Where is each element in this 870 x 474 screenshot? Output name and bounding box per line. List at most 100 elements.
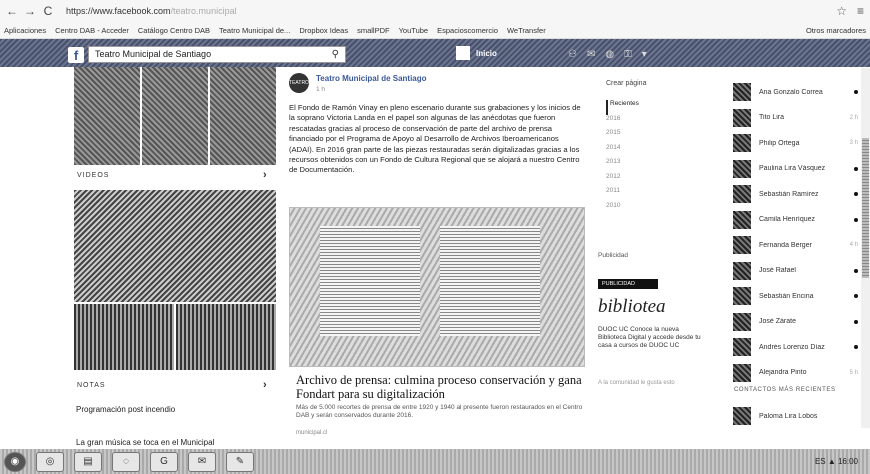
taskbar-app[interactable]: ✎: [226, 451, 254, 472]
browser-toolbar: ← → C https://www.facebook.com/teatro.mu…: [0, 0, 870, 22]
other-bookmarks[interactable]: Otros marcadores: [806, 26, 866, 35]
messages-icon[interactable]: ✉: [587, 49, 595, 60]
photo-thumb[interactable]: [210, 67, 276, 165]
page-avatar[interactable]: TEATRO: [289, 73, 309, 93]
search-value: Teatro Municipal de Santiago: [95, 49, 212, 59]
photo-thumb[interactable]: [74, 67, 140, 165]
scrollbar-thumb[interactable]: [862, 138, 869, 278]
chevron-right-icon[interactable]: ›: [263, 379, 267, 391]
chat-contact-row[interactable]: José Rafael: [733, 259, 858, 283]
start-button[interactable]: ◉: [4, 451, 26, 472]
forward-arrow-icon[interactable]: →: [24, 4, 36, 18]
chat-contact-name: Ana Gonzalo Correa: [759, 88, 823, 96]
system-tray[interactable]: ES ▲ 16:00: [815, 457, 858, 466]
avatar[interactable]: [456, 46, 470, 60]
home-link[interactable]: Inicio: [476, 49, 497, 58]
timeline-year[interactable]: 2015: [606, 129, 639, 144]
chat-contact-row[interactable]: Alejandra Pinto 5 h: [733, 361, 858, 385]
post-page-name[interactable]: Teatro Municipal de Santiago: [316, 74, 427, 83]
taskbar-app[interactable]: G: [150, 451, 178, 472]
reload-icon[interactable]: C: [42, 4, 54, 18]
avatar: [733, 185, 751, 203]
online-status-icon: [854, 268, 858, 273]
timeline-year[interactable]: 2011: [606, 187, 639, 202]
videos-heading[interactable]: VIDEOS: [77, 172, 109, 179]
bookmark-item[interactable]: smallPDF: [357, 26, 390, 35]
bookmark-item[interactable]: WeTransfer: [507, 26, 546, 35]
lock-icon[interactable]: ⚿: [624, 49, 632, 60]
chat-contact-name: Alejandra Pinto: [759, 369, 807, 376]
friends-icon[interactable]: ⚇: [568, 49, 577, 60]
timeline-year[interactable]: 2014: [606, 144, 639, 159]
back-arrow-icon[interactable]: ←: [6, 4, 18, 18]
chat-contact-row[interactable]: Sebastián Ramírez: [733, 182, 858, 206]
chat-contact-row[interactable]: Sebastián Encina: [733, 284, 858, 308]
bookmark-item[interactable]: Catálogo Centro DAB: [138, 26, 210, 35]
online-status-icon: [854, 217, 858, 222]
ad-banner[interactable]: PUBLICIDAD: [598, 279, 658, 289]
chat-section-heading: CONTACTOS MÁS RECIENTES: [734, 387, 836, 393]
create-page-link[interactable]: Crear página: [606, 80, 646, 87]
timeline-year[interactable]: Recientes: [606, 100, 639, 115]
star-icon[interactable]: ☆: [836, 4, 847, 18]
taskbar-app[interactable]: ✉: [188, 451, 216, 472]
chat-contact-name: Sebastián Ramírez: [759, 190, 819, 198]
facebook-user-nav[interactable]: Inicio: [456, 46, 497, 60]
facebook-search-input[interactable]: Teatro Municipal de Santiago ⚲: [88, 46, 346, 63]
taskbar-app[interactable]: ◌: [112, 451, 140, 472]
avatar: [733, 407, 751, 425]
timeline-year[interactable]: 2016: [606, 115, 639, 130]
chat-last-active: 4 h: [849, 242, 858, 248]
globe-icon[interactable]: ◍: [605, 49, 614, 60]
avatar: [733, 261, 751, 280]
newspaper-image-left: [320, 226, 420, 336]
chat-contact-row[interactable]: Andrés Lorenzo Díaz: [733, 335, 858, 359]
chat-contact-row[interactable]: Tito Lira 2 h: [733, 106, 858, 130]
chat-contact-row[interactable]: Camila Henríquez: [733, 208, 858, 232]
menu-icon[interactable]: ≡: [857, 4, 864, 18]
video-thumb[interactable]: [74, 304, 174, 370]
timeline-year[interactable]: 2010: [606, 202, 639, 217]
avatar: [733, 159, 751, 178]
search-icon[interactable]: ⚲: [332, 47, 339, 62]
avatar: [733, 312, 751, 331]
bookmark-item[interactable]: Dropbox Ideas: [299, 26, 348, 35]
chat-contact-row[interactable]: Paloma Lira Lobos: [733, 404, 858, 428]
bookmark-item[interactable]: Espacioscomercio: [437, 26, 498, 35]
bookmark-item[interactable]: Teatro Municipal de...: [219, 26, 290, 35]
online-status-icon: [854, 294, 858, 298]
post-image[interactable]: [289, 207, 585, 367]
video-thumb[interactable]: [74, 190, 276, 303]
page-footer-text[interactable]: La gran música se toca en el Municipal: [76, 438, 214, 447]
timeline-year[interactable]: 2013: [606, 158, 639, 173]
bookmark-item[interactable]: YouTube: [399, 26, 428, 35]
post-link-title[interactable]: Archivo de prensa: culmina proceso conse…: [296, 373, 586, 401]
chevron-right-icon[interactable]: ›: [263, 169, 267, 181]
timeline-year[interactable]: 2012: [606, 173, 639, 188]
dropdown-icon[interactable]: ▾: [642, 49, 647, 60]
avatar: [733, 338, 751, 356]
bookmark-item[interactable]: Aplicaciones: [4, 26, 46, 35]
video-thumb[interactable]: [176, 304, 276, 370]
bookmark-item[interactable]: Centro DAB - Acceder: [55, 26, 129, 35]
online-status-icon: [854, 166, 858, 171]
chat-contact-row[interactable]: Fernanda Berger 4 h: [733, 233, 858, 257]
notes-heading[interactable]: NOTAS: [77, 382, 106, 389]
taskbar-app[interactable]: ◎: [36, 451, 64, 472]
post-link-domain: municipal.cl: [296, 430, 328, 436]
page-scrollbar[interactable]: [861, 68, 870, 428]
ad-text[interactable]: DUOC UC Conoce la nueva Biblioteca Digit…: [598, 326, 708, 349]
chat-contact-row[interactable]: Ana Gonzalo Correa: [733, 80, 858, 104]
address-field[interactable]: https://www.facebook.com/teatro.municipa…: [66, 6, 237, 16]
post-timestamp[interactable]: 1 h: [316, 86, 325, 93]
avatar: [733, 108, 751, 127]
chat-contact-row[interactable]: Paulina Lira Vásquez: [733, 157, 858, 181]
ad-logo[interactable]: bibliotea: [598, 296, 666, 318]
taskbar-app[interactable]: ▤: [74, 451, 102, 472]
photo-thumb[interactable]: [142, 67, 208, 165]
note-title[interactable]: Programación post incendio: [76, 405, 175, 414]
chat-contact-row[interactable]: José Zárate: [733, 310, 858, 334]
chat-contact-name: Paloma Lira Lobos: [759, 412, 818, 420]
facebook-logo-icon[interactable]: f: [68, 47, 84, 63]
chat-contact-row[interactable]: Philip Ortega 3 h: [733, 131, 858, 155]
